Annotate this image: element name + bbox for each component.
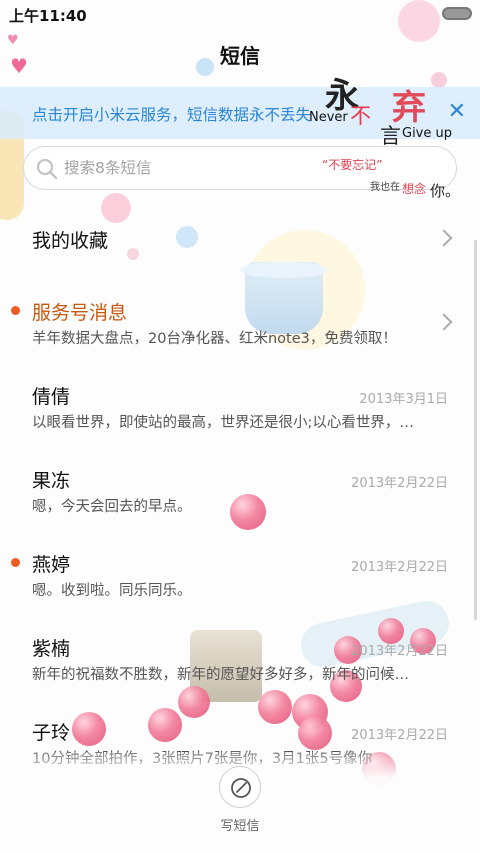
list-item-conversation[interactable]: 倩倩 2013年3月1日 以眼看世界，即使站的最高，世界还是很小;以心看世界，… xyxy=(0,363,480,447)
unread-dot xyxy=(11,306,20,315)
item-name: 紫楠 xyxy=(32,638,71,660)
item-date: 2013年2月22日 xyxy=(351,476,448,491)
item-name: 子玲 xyxy=(32,722,71,744)
list-item-favorites[interactable]: 我的收藏 xyxy=(0,195,480,279)
slogan-char-3: 弃 xyxy=(392,88,426,128)
item-date: 2013年3月1日 xyxy=(359,392,448,407)
status-time: 上午11:40 xyxy=(9,7,87,25)
search-input[interactable] xyxy=(64,153,324,183)
unread-dot xyxy=(11,558,20,567)
search-icon xyxy=(36,158,58,180)
item-date: 2013年2月22日 xyxy=(351,644,448,659)
slogan-miss: 想念 xyxy=(402,182,427,196)
close-icon[interactable]: ✕ xyxy=(448,99,466,124)
header: 短信 xyxy=(0,40,480,69)
item-date: 2013年2月22日 xyxy=(351,728,448,743)
item-preview: 以眼看世界，即使站的最高，世界还是很小;以心看世界，… xyxy=(32,415,414,431)
item-preview: 羊年数据大盘点，20台净化器、红米note3，免费领取！ xyxy=(32,331,397,347)
item-name: 我的收藏 xyxy=(32,230,109,252)
page-title: 短信 xyxy=(220,44,260,68)
item-preview: 新年的祝福数不胜数，新年的愿望好多好多，新年的问候… xyxy=(32,667,409,683)
slogan-you: 你。 xyxy=(430,182,461,200)
slogan-never: Never xyxy=(309,110,348,125)
item-name: 燕婷 xyxy=(32,554,71,576)
list-item-service[interactable]: 服务号消息 羊年数据大盘点，20台净化器、红米note3，免费领取！ xyxy=(0,279,480,363)
item-date: 2013年2月22日 xyxy=(351,560,448,575)
scrollbar[interactable] xyxy=(474,240,477,620)
compose-icon xyxy=(231,778,251,798)
slogan-give-up: Give up xyxy=(402,126,453,141)
item-name: 果冻 xyxy=(32,470,71,492)
status-bar: 上午11:40 xyxy=(0,0,480,28)
list-item-conversation[interactable]: 紫楠 2013年2月22日 新年的祝福数不胜数，新年的愿望好多好多，新年的问候… xyxy=(0,615,480,699)
compose-label[interactable]: 写短信 xyxy=(0,815,480,834)
chevron-right-icon xyxy=(435,229,453,247)
slogan-quote: “不要忘记” xyxy=(322,158,383,172)
item-name: 倩倩 xyxy=(32,386,71,408)
item-preview: 嗯，今天会回去的早点。 xyxy=(32,499,192,515)
slogan-char-2: 不 xyxy=(350,104,371,128)
item-name: 服务号消息 xyxy=(32,302,128,324)
compose-button[interactable] xyxy=(219,766,261,808)
list-item-conversation[interactable]: 燕婷 2013年2月22日 嗯。收到啦。同乐同乐。 xyxy=(0,531,480,615)
list-item-conversation[interactable]: 果冻 2013年2月22日 嗯，今天会回去的早点。 xyxy=(0,447,480,531)
item-preview: 嗯。收到啦。同乐同乐。 xyxy=(32,583,192,599)
battery-icon xyxy=(442,7,472,20)
slogan-line: 我也在 xyxy=(370,182,400,193)
banner-text[interactable]: 点击开启小米云服务，短信数据永不丢失 xyxy=(32,103,311,125)
